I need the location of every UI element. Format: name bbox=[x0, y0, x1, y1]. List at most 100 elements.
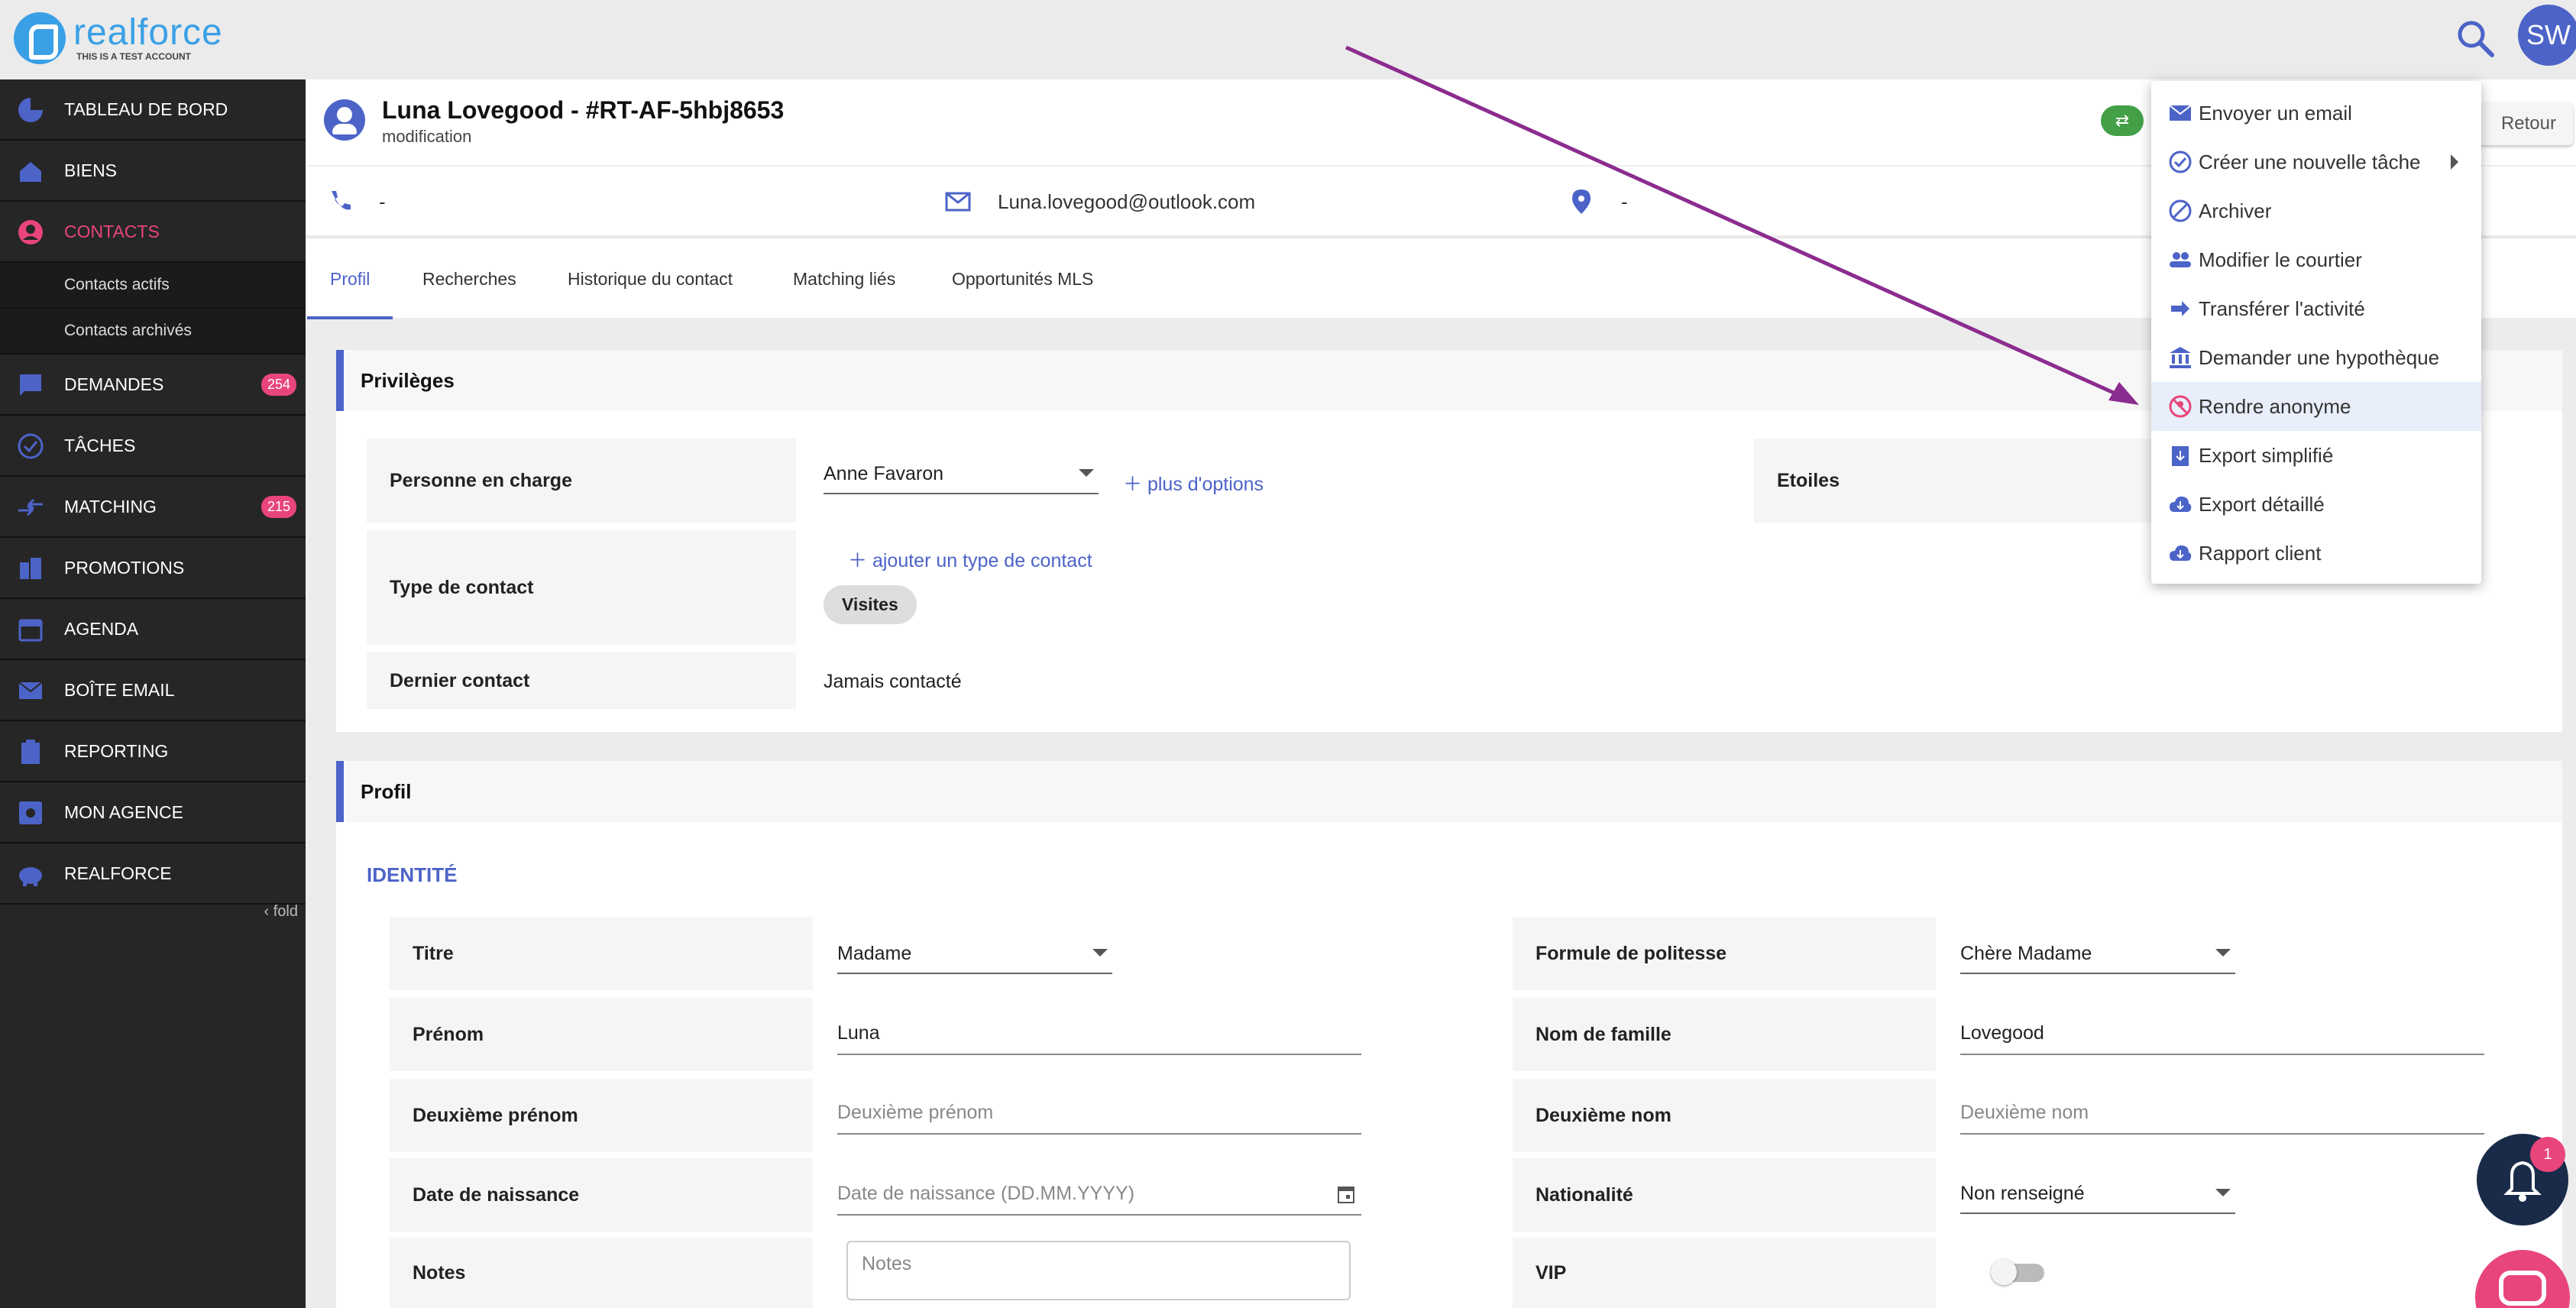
compare-arrows-icon bbox=[18, 498, 43, 516]
sidebar-subitem-label: Contacts archivés bbox=[64, 322, 192, 339]
phone-icon bbox=[332, 191, 351, 210]
prenom-input[interactable]: Luna bbox=[837, 1022, 1361, 1055]
fold-toggle[interactable]: ‹ fold bbox=[264, 903, 298, 921]
stars-label: Etoiles bbox=[1754, 439, 2182, 523]
menu-item-creer-tache[interactable]: Créer une nouvelle tâche bbox=[2151, 138, 2481, 186]
sidebar-item-matching[interactable]: MATCHING 215 bbox=[0, 477, 306, 538]
sidebar-item-label: BOÎTE EMAIL bbox=[64, 679, 175, 700]
tab-recherches[interactable]: Recherches bbox=[422, 238, 516, 319]
menu-item-demander-hypotheque[interactable]: Demander une hypothèque bbox=[2151, 333, 2481, 382]
contact-type-chip[interactable]: Visites bbox=[824, 585, 917, 624]
vip-toggle[interactable] bbox=[1991, 1259, 2046, 1285]
page-subtitle: modification bbox=[382, 127, 472, 146]
chat-button[interactable] bbox=[2475, 1250, 2570, 1308]
check-circle-icon bbox=[2169, 151, 2192, 173]
sidebar-subitem-contacts-archives[interactable]: Contacts archivés bbox=[0, 309, 306, 355]
sidebar-item-tableau-de-bord[interactable]: TABLEAU DE BORD bbox=[0, 79, 306, 141]
count-badge: 215 bbox=[261, 495, 296, 518]
menu-item-rapport-client[interactable]: Rapport client bbox=[2151, 529, 2481, 578]
titre-select[interactable]: Madame bbox=[837, 943, 1112, 974]
politesse-select[interactable]: Chère Madame bbox=[1960, 943, 2235, 974]
sidebar-item-agenda[interactable]: AGENDA bbox=[0, 599, 306, 660]
menu-item-rendre-anonyme[interactable]: Rendre anonyme bbox=[2151, 382, 2481, 431]
sidebar-item-label: MATCHING bbox=[64, 496, 157, 516]
retour-label: Retour bbox=[2500, 113, 2556, 134]
sidebar-item-taches[interactable]: TÂCHES bbox=[0, 416, 306, 477]
chevron-right-icon bbox=[2451, 154, 2458, 170]
realforce-logo[interactable]: realforce THIS IS A TEST ACCOUNT bbox=[14, 12, 223, 64]
nationalite-select[interactable]: Non renseigné bbox=[1960, 1183, 2235, 1214]
notes-textarea[interactable]: Notes bbox=[846, 1241, 1351, 1300]
contact-avatar-icon bbox=[324, 99, 365, 141]
brand-subtitle: THIS IS A TEST ACCOUNT bbox=[76, 51, 191, 62]
calendar-icon bbox=[18, 619, 43, 642]
date-naissance-input[interactable]: Date de naissance (DD.MM.YYYY) bbox=[837, 1183, 1361, 1216]
contact-type-label: Type de contact bbox=[367, 530, 796, 645]
sidebar-item-realforce[interactable]: REALFORCE bbox=[0, 843, 306, 905]
person-icon bbox=[18, 220, 43, 244]
last-contact-label: Dernier contact bbox=[367, 652, 796, 709]
deuxieme-nom-input[interactable]: Deuxième nom bbox=[1960, 1102, 2484, 1135]
more-options-link[interactable]: ＋ plus d'options bbox=[1123, 469, 1264, 497]
menu-item-transferer-activite[interactable]: Transférer l'activité bbox=[2151, 284, 2481, 333]
clipboard-icon bbox=[21, 740, 40, 764]
sidebar-item-label: TÂCHES bbox=[64, 435, 136, 455]
sidebar-item-label: BIENS bbox=[64, 160, 118, 180]
menu-item-label: Archiver bbox=[2199, 199, 2272, 222]
sidebar-item-demandes[interactable]: DEMANDES 254 bbox=[0, 355, 306, 416]
menu-item-label: Créer une nouvelle tâche bbox=[2199, 150, 2421, 173]
sidebar-item-contacts[interactable]: CONTACTS bbox=[0, 202, 306, 263]
email-info[interactable]: Luna.lovegood@outlook.com bbox=[944, 167, 1255, 237]
calendar-icon[interactable] bbox=[1337, 1184, 1355, 1204]
profil-title: Profil bbox=[336, 761, 2562, 822]
identite-section-title: IDENTITÉ bbox=[367, 863, 458, 886]
phone-info[interactable]: - bbox=[325, 167, 386, 237]
menu-item-modifier-courtier[interactable]: Modifier le courtier bbox=[2151, 235, 2481, 284]
mail-icon bbox=[18, 682, 43, 699]
top-bar: realforce THIS IS A TEST ACCOUNT SW bbox=[0, 0, 2576, 79]
nom-input[interactable]: Lovegood bbox=[1960, 1022, 2484, 1055]
message-icon bbox=[20, 374, 41, 396]
more-options-label: plus d'options bbox=[1147, 474, 1264, 495]
sidebar-item-label: PROMOTIONS bbox=[64, 557, 185, 578]
menu-item-export-detaille[interactable]: Export détaillé bbox=[2151, 480, 2481, 529]
tab-matching-lies[interactable]: Matching liés bbox=[793, 238, 895, 319]
realforce-logo-icon bbox=[14, 12, 66, 64]
user-avatar[interactable]: SW bbox=[2518, 5, 2576, 66]
politesse-label: Formule de politesse bbox=[1513, 917, 1936, 990]
sidebar-item-mon-agence[interactable]: MON AGENCE bbox=[0, 782, 306, 843]
sidebar-subitem-contacts-actifs[interactable]: Contacts actifs bbox=[0, 263, 306, 309]
menu-item-label: Export simplifié bbox=[2199, 443, 2334, 467]
house-icon bbox=[20, 162, 41, 182]
people-icon bbox=[2170, 252, 2191, 267]
mail-icon bbox=[2169, 105, 2192, 121]
sidebar-item-promotions[interactable]: PROMOTIONS bbox=[0, 538, 306, 599]
sidebar-item-boite-email[interactable]: BOÎTE EMAIL bbox=[0, 660, 306, 721]
menu-item-archiver[interactable]: Archiver bbox=[2151, 186, 2481, 235]
add-contact-type-link[interactable]: ＋ ajouter un type de contact bbox=[848, 546, 1092, 573]
tab-historique[interactable]: Historique du contact bbox=[568, 238, 733, 319]
menu-item-export-simplifie[interactable]: Export simplifié bbox=[2151, 431, 2481, 480]
person-in-charge-select[interactable]: Anne Favaron bbox=[824, 463, 1099, 494]
chevron-down-icon bbox=[2215, 949, 2231, 957]
cloud-download-icon bbox=[2170, 496, 2192, 512]
sidebar: TABLEAU DE BORD BIENS CONTACTS Contacts … bbox=[0, 79, 306, 1308]
sidebar-item-biens[interactable]: BIENS bbox=[0, 141, 306, 202]
menu-item-label: Rendre anonyme bbox=[2199, 394, 2351, 418]
search-icon[interactable] bbox=[2454, 17, 2497, 60]
sidebar-item-label: CONTACTS bbox=[64, 221, 160, 241]
mail-icon bbox=[945, 192, 971, 212]
check-circle-icon bbox=[18, 433, 44, 459]
sidebar-item-label: AGENDA bbox=[64, 618, 139, 639]
tab-opportunites-mls[interactable]: Opportunités MLS bbox=[952, 238, 1093, 319]
toggle-knob bbox=[1991, 1259, 2017, 1285]
chevron-down-icon bbox=[1092, 949, 1108, 957]
sidebar-item-reporting[interactable]: REPORTING bbox=[0, 721, 306, 782]
deuxieme-prenom-input[interactable]: Deuxième prénom bbox=[837, 1102, 1361, 1135]
sidebar-item-label: DEMANDES bbox=[64, 374, 164, 394]
tab-profil[interactable]: Profil bbox=[306, 238, 394, 319]
person-in-charge-value: Anne Favaron bbox=[824, 463, 944, 484]
page-title: Luna Lovegood - #RT-AF-5hbj8653 bbox=[382, 96, 785, 124]
notification-count-badge: 1 bbox=[2530, 1137, 2565, 1172]
menu-item-envoyer-email[interactable]: Envoyer un email bbox=[2151, 89, 2481, 138]
